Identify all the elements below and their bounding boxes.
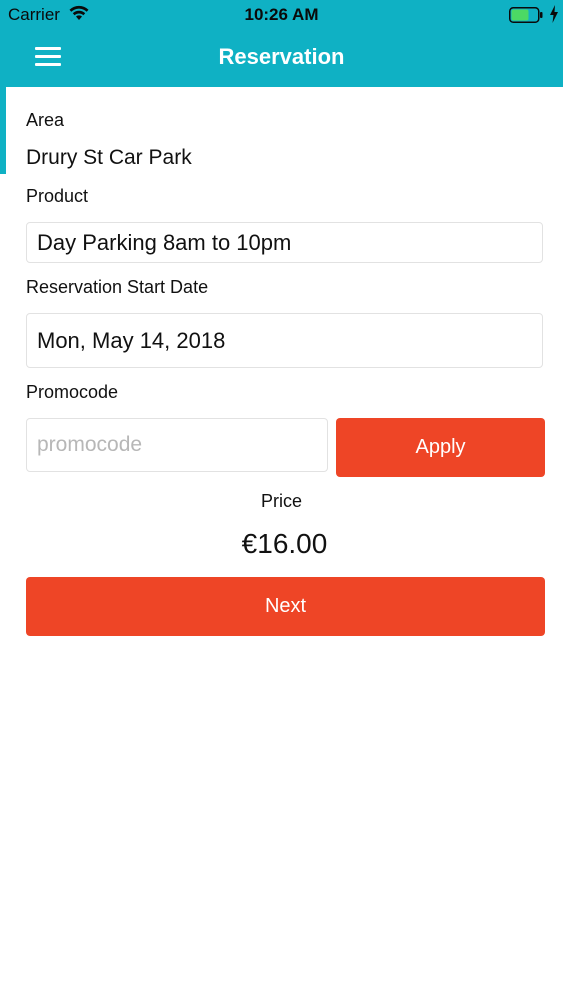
apply-button[interactable]: Apply	[336, 418, 545, 477]
product-field[interactable]: Day Parking 8am to 10pm	[26, 222, 543, 263]
area-label: Area	[26, 110, 65, 130]
area-value: Drury St Car Park	[26, 146, 192, 169]
page-title: Reservation	[218, 44, 345, 69]
product-label: Product	[26, 186, 89, 206]
battery-icon	[509, 7, 543, 23]
price-label: Price	[260, 491, 302, 511]
promocode-input[interactable]	[26, 418, 328, 472]
charging-icon	[550, 5, 558, 23]
status-time: 10:26 AM	[244, 5, 319, 24]
price-value: €16.00	[241, 528, 328, 559]
reservation-screen: Carrier 10:26 AM Reservation Area Drury …	[0, 0, 563, 1000]
start-date-field[interactable]: Mon, May 14, 2018	[26, 313, 543, 368]
status-bar: Carrier 10:26 AM	[0, 0, 563, 30]
start-date-label: Reservation Start Date	[26, 277, 209, 297]
next-button[interactable]: Next	[26, 577, 545, 636]
accent-bar	[0, 87, 6, 174]
nav-header: Carrier 10:26 AM Reservation	[0, 0, 563, 87]
promocode-label: Promocode	[26, 382, 119, 402]
